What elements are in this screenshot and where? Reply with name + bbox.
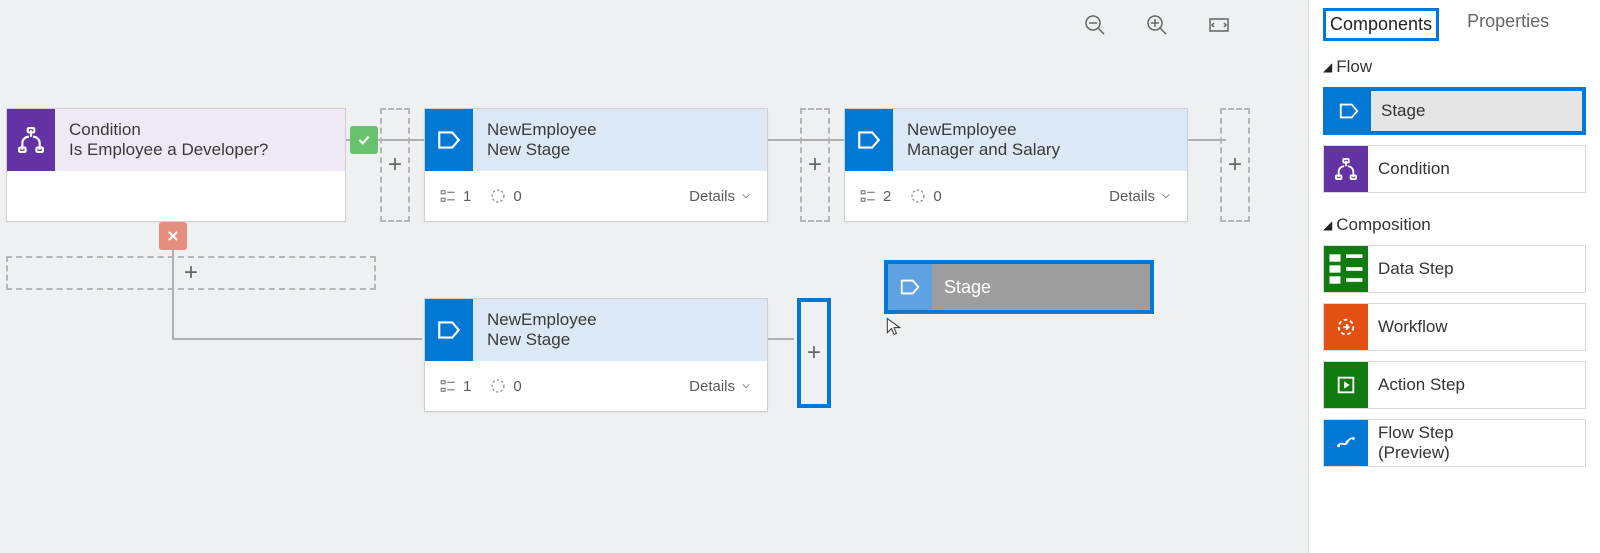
component-action-step[interactable]: Action Step	[1323, 361, 1586, 409]
stage-node[interactable]: NewEmployee New Stage 1 0 Details	[424, 298, 768, 412]
stage-details-toggle[interactable]: Details	[1109, 188, 1173, 205]
condition-node[interactable]: Condition Is Employee a Developer?	[6, 108, 346, 222]
collapse-icon: ◢	[1323, 60, 1332, 74]
group-flow-header[interactable]: ◢ Flow	[1323, 57, 1586, 77]
condition-icon	[1324, 146, 1368, 192]
drop-slot-condition-branch[interactable]: +	[6, 256, 376, 290]
stage-icon	[425, 109, 473, 171]
stage-name: New Stage	[487, 330, 753, 350]
drag-ghost-label: Stage	[932, 277, 991, 298]
component-data-step-label: Data Step	[1368, 259, 1454, 279]
stage-step-count: 2	[859, 187, 891, 205]
stage-entity: NewEmployee	[907, 120, 1173, 140]
condition-true-indicator	[350, 126, 378, 154]
canvas-toolbar	[1082, 12, 1232, 38]
stage-entity: NewEmployee	[487, 120, 753, 140]
stage-icon	[1327, 91, 1371, 131]
stage-entity: NewEmployee	[487, 310, 753, 330]
fit-to-screen-button[interactable]	[1206, 12, 1232, 38]
stage-icon	[425, 299, 473, 361]
stage-trigger-count: 0	[489, 377, 521, 395]
stage-icon	[888, 264, 932, 310]
component-condition[interactable]: Condition	[1323, 145, 1586, 193]
data-step-icon	[1324, 246, 1368, 292]
drop-slot-before-stage2[interactable]: +	[800, 108, 830, 222]
component-flow-step-label: Flow Step (Preview)	[1368, 423, 1454, 464]
component-action-step-label: Action Step	[1368, 375, 1465, 395]
stage-details-toggle[interactable]: Details	[689, 378, 753, 395]
connector	[172, 338, 422, 340]
stage-step-count: 1	[439, 377, 471, 395]
connector	[766, 338, 794, 340]
stage-node[interactable]: NewEmployee Manager and Salary 2 0 Detai…	[844, 108, 1188, 222]
action-step-icon	[1324, 362, 1368, 408]
workflow-icon	[1324, 304, 1368, 350]
condition-false-indicator	[159, 222, 187, 250]
collapse-icon: ◢	[1323, 218, 1332, 232]
condition-question: Is Employee a Developer?	[69, 140, 331, 160]
stage-name: Manager and Salary	[907, 140, 1173, 160]
components-panel: Components Properties ◢ Flow Stage Condi…	[1308, 0, 1600, 553]
condition-title: Condition	[69, 120, 331, 140]
component-workflow[interactable]: Workflow	[1323, 303, 1586, 351]
condition-icon	[7, 109, 55, 171]
group-flow-label: Flow	[1336, 57, 1372, 77]
drop-slot-after-stage3-active[interactable]: +	[797, 298, 831, 408]
cursor-icon	[884, 316, 904, 340]
component-stage-label: Stage	[1371, 101, 1425, 121]
stage-step-count: 1	[439, 187, 471, 205]
stage-details-toggle[interactable]: Details	[689, 188, 753, 205]
component-stage[interactable]: Stage	[1323, 87, 1586, 135]
drop-slot-before-stage1[interactable]: +	[380, 108, 410, 222]
drop-slot-after-stage2[interactable]: +	[1220, 108, 1250, 222]
group-composition-header[interactable]: ◢ Composition	[1323, 215, 1586, 235]
stage-trigger-count: 0	[489, 187, 521, 205]
component-workflow-label: Workflow	[1368, 317, 1448, 337]
tab-components[interactable]: Components	[1323, 8, 1439, 41]
zoom-out-button[interactable]	[1082, 12, 1108, 38]
stage-trigger-count: 0	[909, 187, 941, 205]
tab-properties[interactable]: Properties	[1463, 8, 1553, 41]
stage-icon	[845, 109, 893, 171]
zoom-in-button[interactable]	[1144, 12, 1170, 38]
drag-ghost-stage: Stage	[884, 260, 1154, 314]
component-condition-label: Condition	[1368, 159, 1450, 179]
stage-node[interactable]: NewEmployee New Stage 1 0 Details	[424, 108, 768, 222]
flow-step-icon	[1324, 420, 1368, 466]
component-data-step[interactable]: Data Step	[1323, 245, 1586, 293]
component-flow-step[interactable]: Flow Step (Preview)	[1323, 419, 1586, 467]
group-composition-label: Composition	[1336, 215, 1431, 235]
stage-name: New Stage	[487, 140, 753, 160]
